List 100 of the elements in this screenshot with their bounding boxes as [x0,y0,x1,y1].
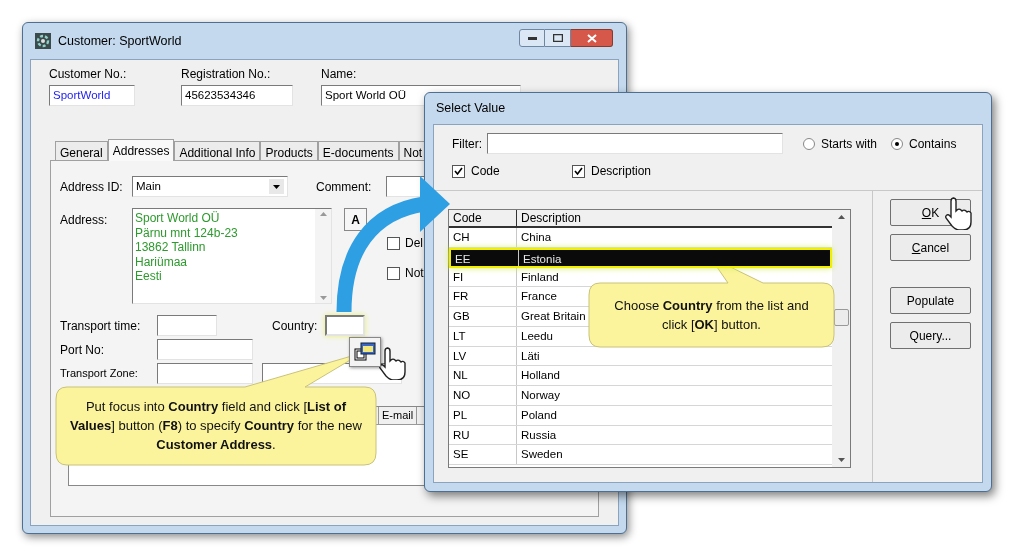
scroll-down-icon [837,458,845,462]
radio-label: Starts with [821,135,877,153]
minimize-icon [527,36,537,40]
description-cell: Sweden [521,448,563,461]
checkbox[interactable] [452,164,465,178]
list-of-values-button[interactable] [349,337,381,367]
list-row[interactable]: SE Sweden [449,445,832,465]
country-field[interactable] [325,315,365,336]
field-label: Name: [321,66,358,83]
field-label: Comment: [316,178,373,196]
description-cell: Finland [521,270,559,283]
tab[interactable]: Products [260,141,318,160]
text-field[interactable]: 45623534346 [181,85,293,106]
code-cell: CH [449,228,517,247]
address-line: Eesti [135,269,163,284]
description-cell: Estonia [523,252,562,265]
app-icon [34,32,52,50]
text-field[interactable]: SportWorld [49,85,135,106]
filter-field[interactable] [487,133,783,154]
minimize-button[interactable] [519,29,545,47]
port-no-field[interactable] [157,339,253,360]
callout-text: Put focus into Country field and click [List of Values] button (F8) to specify Country for the new Customer Address. [69,398,363,454]
address-line: Pärnu mnt 124b-23 [135,225,239,240]
hand-cursor-icon [944,196,974,230]
checkbox-label: Code [471,163,500,180]
format-button[interactable]: A [344,208,367,231]
column-header[interactable]: Description [517,210,832,226]
radio-label: Contains [909,135,957,153]
code-cell: RU [449,425,517,445]
address-text-area[interactable]: Sport World OÜ Pärnu mnt 124b-23 13862 Tallinn Hariümaa Eesti [132,208,332,304]
field-label: Country: [272,318,319,335]
callout-text: Choose Country from the list and click [OK] button. [614,297,809,334]
tab[interactable]: E-documents [317,141,399,160]
dialog-button[interactable]: Cancel [890,234,971,261]
list-row[interactable]: RU Russia [449,425,832,446]
check-icon [574,166,583,176]
list-row[interactable]: NO Norway [449,386,832,406]
column-header[interactable]: Code [449,210,517,226]
checkbox[interactable] [387,266,400,280]
checkbox[interactable] [387,236,400,250]
code-cell: PL [449,405,517,425]
code-cell: NO [449,386,517,405]
transport-zone-field[interactable] [157,363,253,384]
window-title: Customer: SportWorld [58,32,182,50]
windows-icon [354,342,376,362]
checkbox-label: Not [405,265,424,282]
column-header[interactable]: E-mail [379,407,418,424]
tab[interactable]: Additional Info [174,141,261,160]
code-cell: GB [449,307,517,326]
description-cell: Holland [521,369,560,382]
code-cell: FR [449,287,517,306]
address-line: Hariümaa [135,254,189,269]
check-icon [454,166,463,176]
code-cell: LT [449,326,517,346]
code-cell: NL [449,366,517,385]
description-cell: France [521,290,557,303]
field-label: Address ID: [60,178,124,196]
maximize-icon [552,34,563,42]
field-label: Customer No.: [49,66,128,83]
radio-button[interactable] [891,137,903,150]
description-cell: Norway [521,389,560,401]
address-id-dropdown[interactable]: Main [132,176,288,197]
list-row[interactable]: PL Poland [449,405,832,426]
radio-button[interactable] [803,137,815,150]
close-icon [586,33,597,43]
dialog-button[interactable]: Query... [890,322,971,349]
code-cell: LV [449,346,517,366]
address-line: Sport World OÜ [135,211,221,226]
close-button[interactable] [571,29,613,47]
field-label: Port No: [60,341,105,359]
scroll-up-icon [837,215,845,219]
list-row[interactable]: NL Holland [449,366,832,386]
description-cell: Poland [521,408,557,421]
scrollbar[interactable] [832,210,850,467]
filter-label: Filter: [452,135,483,153]
dialog-button[interactable]: Populate [890,287,971,314]
list-row[interactable]: CH China [449,228,832,248]
description-cell: Great Britain [521,310,586,322]
scrollbar[interactable] [315,209,331,303]
checkbox[interactable] [572,164,585,178]
checkbox-label: Del [405,235,423,252]
checkbox-label: Description [591,163,652,180]
field-label: Transport time: [60,318,142,335]
field-label: Registration No.: [181,66,272,83]
transport-time-field[interactable] [157,315,217,336]
description-cell: Russia [521,428,557,441]
code-cell: FI [449,267,517,287]
hand-cursor-icon [378,346,408,380]
list-row[interactable]: EE Estonia [449,247,832,268]
field-label: Address: [60,212,109,229]
scroll-up-icon [319,212,327,216]
description-cell: China [521,231,552,243]
scroll-down-icon [319,296,327,300]
tab[interactable]: Addresses [107,139,175,161]
address-line: 13862 Tallinn [135,240,207,255]
tab[interactable]: General [55,141,108,160]
code-cell: EE [451,249,519,266]
maximize-button[interactable] [545,29,571,47]
description-cell: Leedu [521,329,553,342]
description-cell: Läti [521,349,540,362]
